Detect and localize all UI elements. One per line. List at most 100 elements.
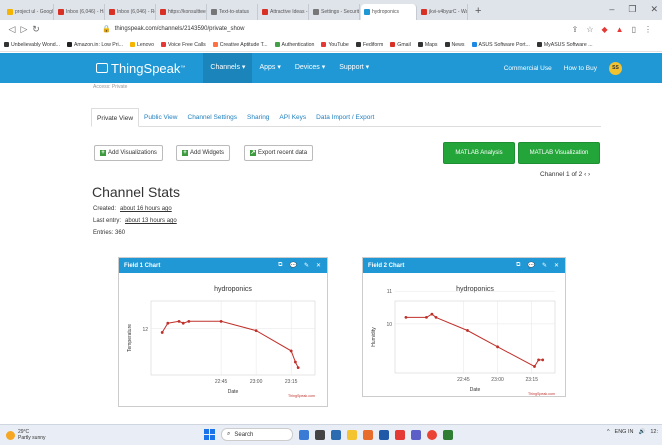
- commercial-use-link[interactable]: Commercial Use: [504, 65, 552, 72]
- maximize-button[interactable]: ❐: [628, 4, 636, 15]
- teams-icon[interactable]: [411, 429, 421, 440]
- language-indicator[interactable]: ENG IN: [615, 429, 634, 435]
- channel-tab[interactable]: Public View: [139, 108, 182, 127]
- bookmark-item[interactable]: Gmail: [390, 42, 411, 48]
- url-field[interactable]: 🔒 thingspeak.com/channels/2143590/privat…: [102, 23, 572, 36]
- edit-icon[interactable]: ✎: [304, 262, 309, 269]
- reload-icon[interactable]: ↻: [30, 24, 42, 35]
- add-widgets-button[interactable]: + Add Widgets: [176, 145, 231, 161]
- star-icon[interactable]: ☆: [586, 25, 593, 34]
- url-text: thingspeak.com/channels/2143590/private_…: [114, 26, 245, 32]
- widget-title: Field 1 Chart: [124, 262, 161, 269]
- share-icon[interactable]: ⇪: [572, 25, 579, 34]
- task-view-icon[interactable]: [315, 429, 325, 440]
- copilot-icon[interactable]: [299, 429, 309, 440]
- chrome-icon[interactable]: [427, 429, 437, 440]
- minimize-button[interactable]: –: [609, 4, 614, 15]
- bookmark-item[interactable]: Fediform: [355, 42, 383, 48]
- bookmark-icon: [536, 42, 542, 47]
- sidepanel-icon[interactable]: ▯: [632, 25, 636, 34]
- file-explorer-icon[interactable]: [347, 429, 357, 440]
- channel-tabs: Private View Public View Channel Settings S…: [91, 108, 601, 127]
- chart-credit: ThingSpeak.com: [528, 392, 555, 396]
- back-icon[interactable]: ◁: [6, 24, 18, 35]
- browser-tab[interactable]: https://konsultteen: [157, 4, 207, 20]
- bookmark-item[interactable]: Creative Aptitude T...: [212, 42, 268, 48]
- extension-icon[interactable]: ◆: [602, 25, 608, 34]
- profile-icon[interactable]: ▲: [616, 25, 624, 34]
- app-icon[interactable]: [443, 429, 453, 440]
- thingspeak-navbar: ThingSpeak ™ Channels ▾ Apps ▾ Devices ▾ Sup…: [0, 53, 662, 83]
- tray-overflow-icon[interactable]: ^: [607, 429, 610, 435]
- forward-icon[interactable]: ▷: [18, 24, 30, 35]
- how-to-buy-link[interactable]: How to Buy: [564, 65, 597, 72]
- export-label: Export recent data: [258, 150, 308, 156]
- bookmark-item[interactable]: Voice Free Calls: [160, 41, 206, 48]
- browser-tab[interactable]: Text-to-status: [208, 4, 258, 20]
- store-icon[interactable]: [379, 429, 389, 440]
- bookmark-icon: [471, 42, 477, 47]
- browser-tab[interactable]: Attractive Ideas - V: [259, 4, 309, 20]
- brave-icon[interactable]: [395, 429, 405, 440]
- widget-controls: ⧉ 💬 ✎ ✕: [278, 262, 321, 269]
- close-icon[interactable]: ✕: [316, 262, 321, 269]
- channel-tab[interactable]: Private View: [91, 108, 140, 127]
- browser-tab[interactable]: Inbox (6,046) - Rol: [106, 4, 156, 20]
- app-icon[interactable]: [363, 429, 373, 440]
- weather-widget[interactable]: 29°C Partly sunny: [6, 429, 46, 441]
- avatar[interactable]: SS: [609, 61, 622, 75]
- bookmark-item[interactable]: Unbelievably Wond...: [4, 42, 60, 48]
- channel-tab[interactable]: Sharing: [242, 108, 274, 127]
- volume-icon[interactable]: 🔊: [638, 429, 645, 435]
- browser-tab[interactable]: jkvi-v4byurC - Wat: [418, 4, 468, 20]
- channel-tab[interactable]: Data Import / Export: [311, 108, 379, 127]
- bookmark-item[interactable]: MyASUS Software ...: [536, 42, 593, 48]
- bookmark-item[interactable]: Authentication: [274, 42, 314, 48]
- channel-pager[interactable]: Channel 1 of 2 ‹ ›: [540, 171, 590, 178]
- thingspeak-logo[interactable]: ThingSpeak ™: [96, 61, 185, 76]
- field-1-chart-widget: Field 1 Chart ⧉ 💬 ✎ ✕ hydroponics Tempera…: [118, 257, 328, 407]
- browser-tab[interactable]: Settings - Security: [310, 4, 360, 20]
- browser-tab[interactable]: Inbox (6,046) - Hac: [55, 4, 105, 20]
- matlab-analysis-button[interactable]: MATLAB Analysis: [443, 142, 515, 164]
- comment-icon[interactable]: 💬: [527, 262, 534, 269]
- stat-created: Created: about 16 hours ago: [93, 206, 172, 212]
- bookmark-item[interactable]: News: [444, 42, 465, 48]
- bookmark-item[interactable]: YouTube: [321, 42, 349, 48]
- channel-tab[interactable]: API Keys: [274, 108, 311, 127]
- windows-start-icon[interactable]: [204, 429, 215, 440]
- edit-icon[interactable]: ✎: [542, 262, 547, 269]
- comment-icon[interactable]: 💬: [289, 262, 296, 269]
- channel-stats-title: Channel Stats: [92, 184, 180, 200]
- menu-item[interactable]: Apps ▾: [252, 53, 287, 83]
- menu-item[interactable]: Devices ▾: [288, 53, 332, 83]
- matlab-visualization-button[interactable]: MATLAB Visualization: [518, 142, 600, 164]
- close-window-button[interactable]: ✕: [650, 4, 658, 15]
- new-tab-button[interactable]: +: [469, 4, 487, 20]
- address-bar: ◁ ▷ ↻ 🔒 thingspeak.com/channels/2143590/…: [0, 20, 662, 38]
- bookmark-label: Voice Free Calls: [167, 41, 206, 48]
- open-window-icon[interactable]: ⧉: [278, 262, 282, 269]
- open-window-icon[interactable]: ⧉: [516, 262, 520, 269]
- menu-item[interactable]: Channels ▾: [203, 53, 253, 83]
- bookmark-item[interactable]: Amazon.in: Low Pri...: [66, 42, 123, 48]
- bookmark-item[interactable]: Maps: [417, 42, 438, 48]
- tab-label: Settings - Security: [321, 9, 360, 15]
- browser-tab[interactable]: hydroponics: [361, 4, 417, 20]
- close-icon[interactable]: ✕: [554, 262, 559, 269]
- bookmark-item[interactable]: ASUS Software Port...: [471, 42, 530, 48]
- taskbar-search[interactable]: ⌕ Search: [221, 428, 293, 441]
- menu-item[interactable]: Support ▾: [332, 53, 376, 83]
- logo-trademark: ™: [180, 65, 186, 71]
- clock[interactable]: 12:: [650, 429, 658, 435]
- logo-text: ThingSpeak: [111, 60, 181, 76]
- bookmark-item[interactable]: Lenovo: [129, 42, 154, 48]
- chat-icon[interactable]: [331, 429, 341, 440]
- menu-icon[interactable]: ⋮: [644, 25, 652, 34]
- add-visualizations-button[interactable]: + Add Visualizations: [94, 145, 163, 161]
- export-recent-data-button[interactable]: ↗ Export recent data: [244, 145, 314, 161]
- stat-last-entry-label: Last entry:: [93, 218, 122, 224]
- channel-tab[interactable]: Channel Settings: [183, 108, 243, 127]
- bookmark-icon: [390, 42, 396, 47]
- browser-tab[interactable]: project ul - Google: [4, 4, 54, 20]
